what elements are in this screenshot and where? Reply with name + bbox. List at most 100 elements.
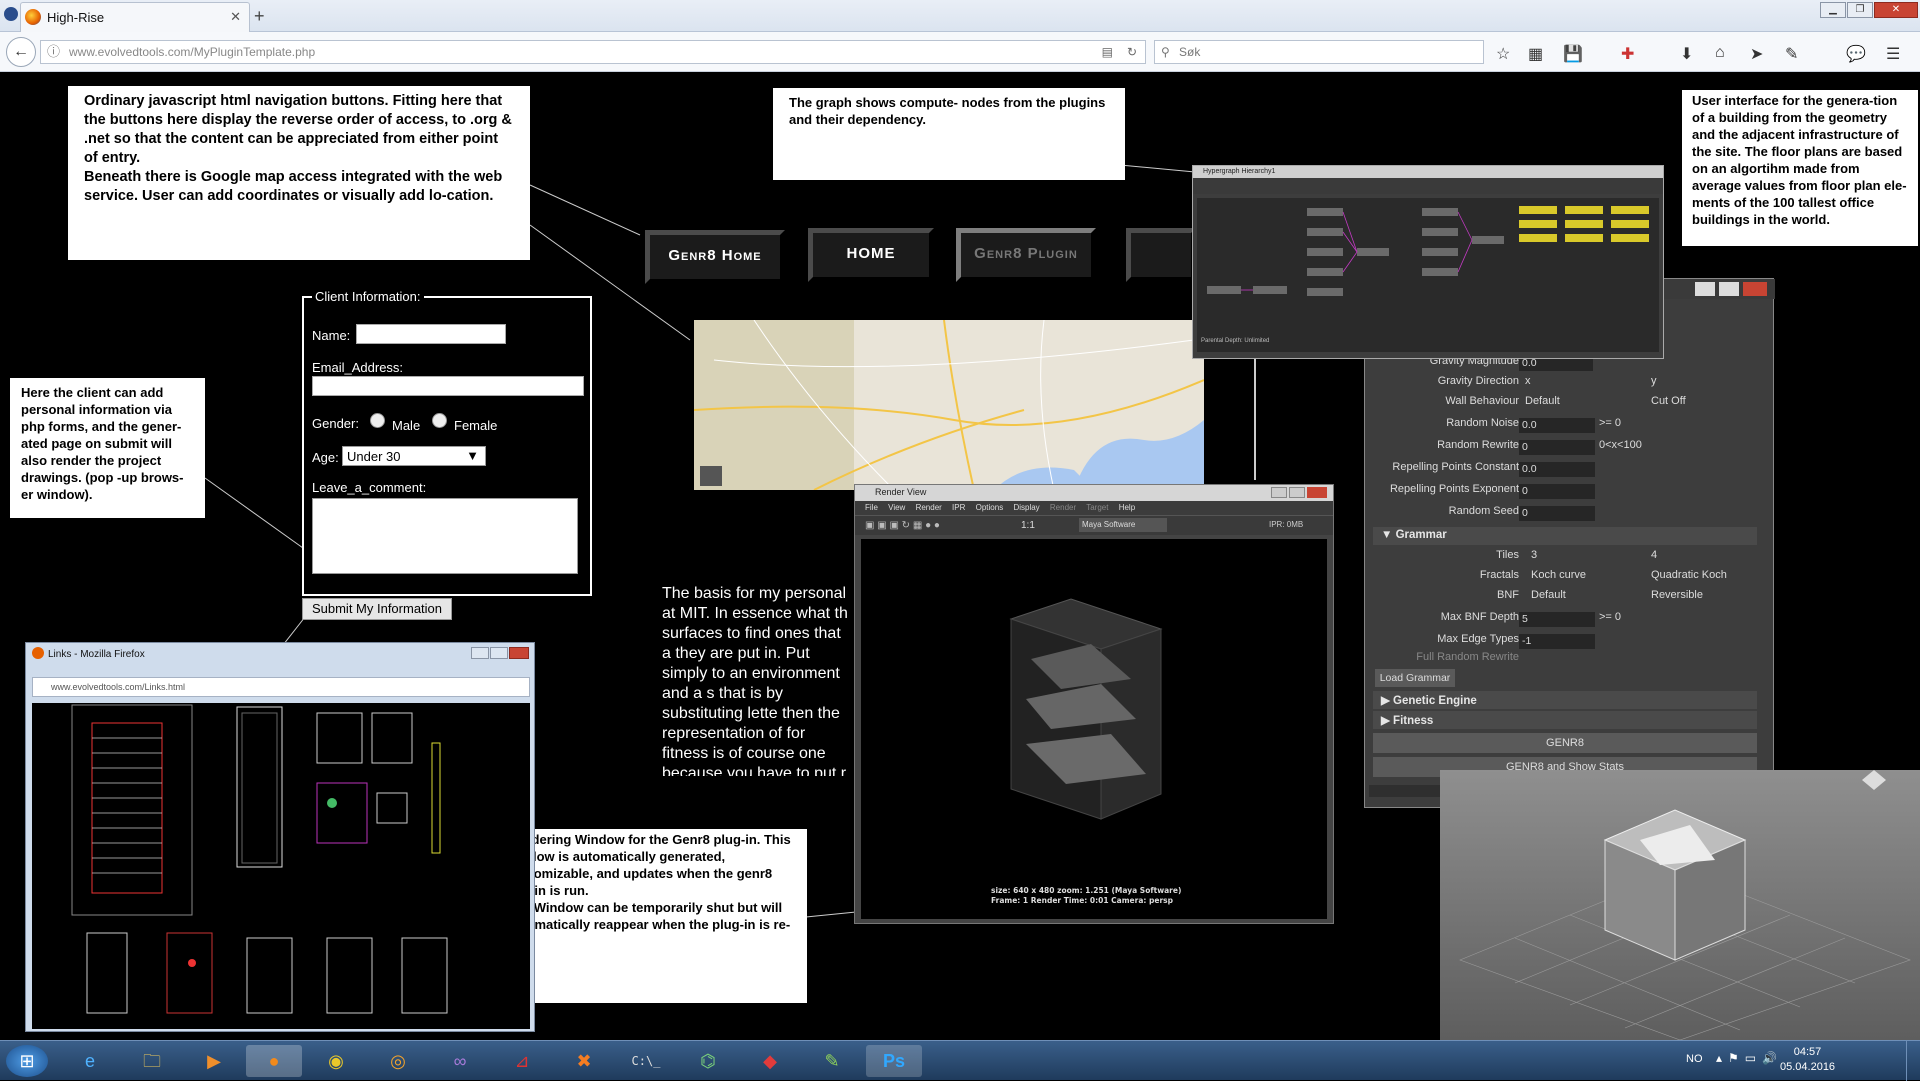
option-cut-off[interactable]: Cut Off xyxy=(1651,395,1686,407)
row-repelling-exponent: Repelling Points Exponent 0 xyxy=(1365,483,1765,501)
field[interactable]: 0 xyxy=(1519,484,1595,499)
row-gravity-direction: Gravity Direction x y xyxy=(1365,375,1765,393)
label: Repelling Points Constant xyxy=(1392,461,1519,473)
show-desktop-button[interactable] xyxy=(1906,1041,1920,1081)
option-3[interactable]: 3 xyxy=(1531,549,1537,561)
label: Random Noise xyxy=(1446,417,1519,429)
field[interactable]: 0.0 xyxy=(1519,418,1595,433)
menu-help[interactable]: Help xyxy=(1119,503,1135,512)
row-random-rewrite: Random Rewrite 0 0<x<100 xyxy=(1365,439,1765,457)
nav-extra-button[interactable] xyxy=(1126,228,1196,282)
nav-genr8-home-button[interactable]: Genr8 Home xyxy=(645,230,785,284)
git-icon[interactable]: ◆ xyxy=(742,1045,798,1077)
links-minimize-button[interactable] xyxy=(471,647,489,659)
ratio-label[interactable]: 1:1 xyxy=(1021,520,1035,531)
form-legend: Client Information: xyxy=(312,289,424,304)
render-minimize-button[interactable] xyxy=(1271,487,1287,498)
firefox-taskbar-icon[interactable]: ● xyxy=(246,1045,302,1077)
clock[interactable]: 04:57 05.04.2016 xyxy=(1780,1045,1835,1075)
field[interactable]: -1 xyxy=(1519,634,1595,649)
email-field[interactable] xyxy=(312,376,584,396)
field[interactable]: 5 xyxy=(1519,612,1595,627)
internet-explorer-icon[interactable]: e xyxy=(62,1045,118,1077)
name-label: Name: xyxy=(312,328,351,343)
field[interactable]: 0 xyxy=(1519,506,1595,521)
section-fitness[interactable]: ▶ Fitness xyxy=(1373,711,1757,729)
row-wall-behaviour: Wall Behaviour Default Cut Off xyxy=(1365,395,1765,413)
render-maximize-button[interactable] xyxy=(1289,487,1305,498)
menu-display[interactable]: Display xyxy=(1013,503,1039,512)
menu-ipr[interactable]: IPR xyxy=(952,503,965,512)
section-grammar-label: Grammar xyxy=(1395,529,1447,541)
render-close-button[interactable] xyxy=(1307,487,1327,498)
option-quadratic-koch[interactable]: Quadratic Koch xyxy=(1651,569,1727,581)
render-image: size: 640 x 480 zoom: 1.251 (Maya Softwa… xyxy=(991,598,1181,905)
cmd-icon[interactable]: C:\_ xyxy=(618,1045,674,1077)
renderer-select[interactable]: Maya Software xyxy=(1079,518,1167,532)
menu-file[interactable]: File xyxy=(865,503,878,512)
label: Fractals xyxy=(1479,569,1519,581)
media-player-icon[interactable]: ▶ xyxy=(186,1045,242,1077)
menu-view[interactable]: View xyxy=(888,503,905,512)
field[interactable]: 0 xyxy=(1519,440,1595,455)
clock-time: 04:57 xyxy=(1793,1046,1822,1058)
label: Max BNF Depth xyxy=(1440,611,1519,623)
links-popup-window: Links - Mozilla Firefox www.evolvedtools… xyxy=(25,642,535,1032)
render-tool-icons[interactable]: ▣ ▣ ▣ ↻ ▦ ● ● xyxy=(865,520,940,531)
comment-textarea[interactable] xyxy=(312,498,578,574)
hint: >= 0 xyxy=(1599,417,1622,429)
file-explorer-icon[interactable]: 🗀 xyxy=(124,1045,180,1077)
attr-maximize-button[interactable] xyxy=(1719,282,1739,296)
female-radio[interactable] xyxy=(432,413,447,428)
nav-genr8-plugin-button[interactable]: Genr8 Plugin xyxy=(956,228,1096,282)
google-map[interactable] xyxy=(694,320,1204,490)
note-client: Here the client can add personal informa… xyxy=(10,378,205,518)
chrome-icon[interactable]: ◉ xyxy=(308,1045,364,1077)
hypergraph-toolbar xyxy=(1193,178,1663,194)
option-x[interactable]: x xyxy=(1525,375,1531,387)
nav-home-button[interactable]: HOME xyxy=(808,228,934,282)
option-4[interactable]: 4 xyxy=(1651,549,1657,561)
xampp-icon[interactable]: ✖ xyxy=(556,1045,612,1077)
network-tool-icon[interactable]: ⌬ xyxy=(680,1045,736,1077)
name-field[interactable] xyxy=(356,324,506,344)
links-maximize-button[interactable] xyxy=(490,647,508,659)
label: Full Random Rewrite xyxy=(1416,651,1519,663)
start-button[interactable]: ⊞ xyxy=(6,1045,48,1077)
option-default[interactable]: Default xyxy=(1531,589,1566,601)
age-select[interactable]: Under 30 ▼ xyxy=(342,446,486,466)
notepad-icon[interactable]: ✎ xyxy=(804,1045,860,1077)
field[interactable]: 0.0 xyxy=(1519,462,1595,477)
menu-render[interactable]: Render xyxy=(916,503,942,512)
age-label: Age: xyxy=(312,450,339,465)
section-genetic-engine[interactable]: ▶ Genetic Engine xyxy=(1373,691,1757,709)
submit-button[interactable]: Submit My Information xyxy=(302,598,452,620)
firefox-icon xyxy=(32,647,44,659)
option-default[interactable]: Default xyxy=(1525,395,1560,407)
canary-icon[interactable]: ◎ xyxy=(370,1045,426,1077)
option-reversible[interactable]: Reversible xyxy=(1651,589,1703,601)
menu-render-target[interactable]: Render Target xyxy=(1050,503,1109,512)
section-grammar[interactable]: ▼ Grammar xyxy=(1373,527,1757,545)
links-url-bar[interactable]: www.evolvedtools.com/Links.html xyxy=(32,677,530,697)
genr8-button[interactable]: GENR8 xyxy=(1373,733,1757,753)
architectural-drawings xyxy=(71,704,448,1014)
maya-3d-viewport[interactable] xyxy=(1440,770,1920,1041)
option-y[interactable]: y xyxy=(1651,375,1657,387)
links-close-button[interactable] xyxy=(509,647,529,659)
attr-close-button[interactable] xyxy=(1743,282,1767,296)
map-graphic xyxy=(694,320,1204,490)
menu-options[interactable]: Options xyxy=(976,503,1004,512)
acrobat-icon[interactable]: ⊿ xyxy=(494,1045,550,1077)
male-radio[interactable] xyxy=(370,413,385,428)
tray-icons[interactable]: ▴⚑▭🔊 xyxy=(1716,1051,1783,1065)
photoshop-icon[interactable]: Ps xyxy=(866,1045,922,1077)
label: Gravity Direction xyxy=(1437,375,1519,387)
option-koch[interactable]: Koch curve xyxy=(1531,569,1586,581)
render-window-title: Render View xyxy=(855,485,1333,501)
attr-minimize-button[interactable] xyxy=(1695,282,1715,296)
hypergraph-canvas[interactable]: Parental Depth: Unlimited xyxy=(1197,198,1659,352)
language-indicator[interactable]: NO xyxy=(1686,1053,1703,1065)
load-grammar-button[interactable]: Load Grammar xyxy=(1375,669,1455,687)
visual-studio-icon[interactable]: ∞ xyxy=(432,1045,488,1077)
